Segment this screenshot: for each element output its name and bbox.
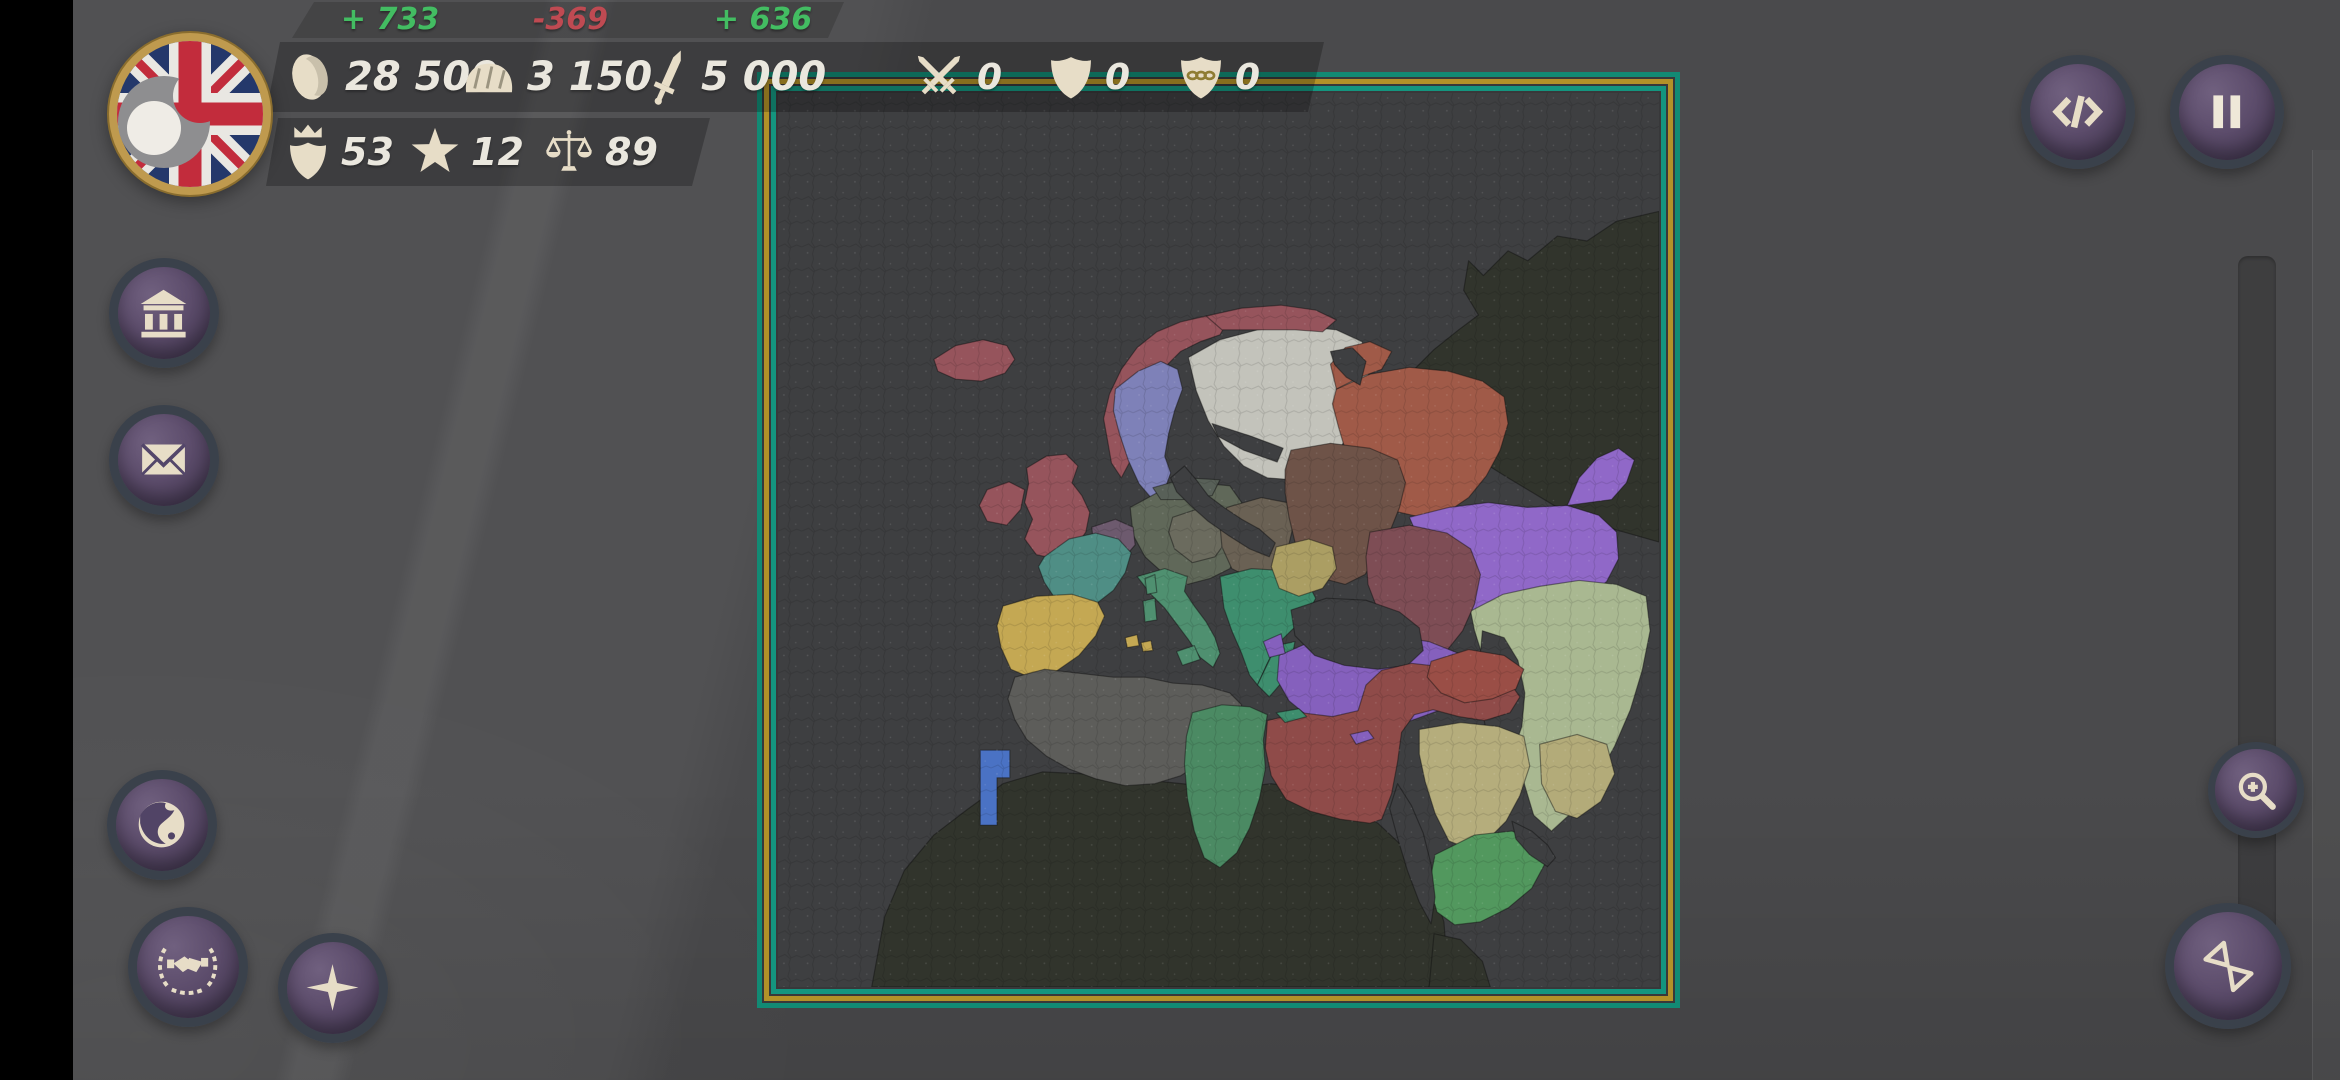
map-scroll-rail[interactable] bbox=[2312, 150, 2340, 1080]
prestige-stat[interactable]: 12 bbox=[410, 120, 524, 184]
pacts-counter[interactable]: 0 bbox=[1178, 44, 1260, 110]
government-button[interactable] bbox=[109, 258, 219, 368]
pacts-value: 0 bbox=[1235, 57, 1260, 98]
leader-avatar-head bbox=[127, 101, 181, 155]
defense-value: 0 bbox=[1105, 57, 1130, 98]
scales-icon bbox=[544, 125, 594, 179]
bread-icon bbox=[462, 56, 516, 98]
gold-income: + 733 bbox=[330, 2, 450, 38]
shield-chain-icon bbox=[1178, 50, 1224, 104]
country-flag-button[interactable] bbox=[105, 29, 275, 199]
console-button[interactable] bbox=[2021, 55, 2135, 169]
manpower-value: 5 000 bbox=[701, 54, 826, 100]
crossed-swords-icon bbox=[912, 50, 966, 104]
provinces-stat[interactable]: 53 bbox=[286, 120, 394, 184]
globe-icon bbox=[133, 796, 190, 853]
screen-left-letterbox bbox=[0, 0, 73, 1080]
crown-shield-icon bbox=[286, 122, 330, 182]
world-map[interactable] bbox=[778, 93, 1659, 987]
province-texture bbox=[778, 93, 1659, 987]
magnifier-plus-icon bbox=[2231, 765, 2282, 816]
defense-counter[interactable]: 0 bbox=[1048, 44, 1130, 110]
manpower-income: + 636 bbox=[698, 2, 828, 38]
pause-button[interactable] bbox=[2170, 55, 2284, 169]
food-resource[interactable]: 3 150 bbox=[462, 44, 652, 110]
code-icon bbox=[2048, 82, 2108, 142]
handshake-laurel-icon bbox=[156, 935, 219, 998]
sword-icon bbox=[648, 47, 690, 107]
wars-counter[interactable]: 0 bbox=[912, 44, 1002, 110]
diplomacy-button[interactable] bbox=[128, 907, 248, 1027]
messages-button[interactable] bbox=[109, 405, 219, 515]
envelope-icon bbox=[135, 431, 192, 488]
compass-button[interactable] bbox=[278, 933, 388, 1043]
star-icon bbox=[410, 127, 460, 177]
game-screen: + 733 -369 + 636 28 500 3 150 5 000 bbox=[0, 0, 2340, 1080]
food-value: 3 150 bbox=[527, 54, 652, 100]
legacy-value: 89 bbox=[605, 130, 658, 174]
prestige-value: 12 bbox=[471, 130, 524, 174]
food-income: -369 bbox=[513, 2, 628, 38]
bank-icon bbox=[135, 284, 192, 341]
compass-star-icon bbox=[304, 959, 361, 1016]
wars-value: 0 bbox=[977, 57, 1002, 98]
world-map-button[interactable] bbox=[107, 770, 217, 880]
zoom-slider-track[interactable] bbox=[2238, 256, 2276, 1008]
pause-icon bbox=[2197, 82, 2257, 142]
shield-icon bbox=[1048, 50, 1094, 104]
provinces-value: 53 bbox=[341, 130, 394, 174]
end-turn-button[interactable] bbox=[2165, 903, 2291, 1029]
zoom-in-button[interactable] bbox=[2208, 742, 2304, 838]
legacy-stat[interactable]: 89 bbox=[544, 120, 658, 184]
hourglass-icon bbox=[2195, 933, 2262, 1000]
coin-icon bbox=[288, 50, 334, 104]
manpower-resource[interactable]: 5 000 bbox=[648, 44, 826, 110]
